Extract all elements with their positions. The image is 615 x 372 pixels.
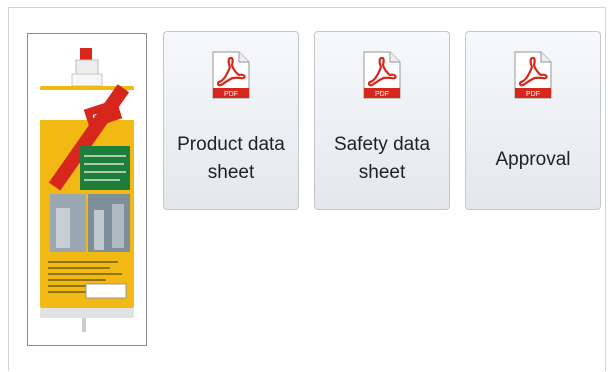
pdf-icon-text: PDF xyxy=(375,91,389,98)
product-image: Sika xyxy=(27,33,147,346)
pdf-icon-text: PDF xyxy=(224,91,238,98)
cartridge-shoulder xyxy=(71,73,103,87)
approval-button[interactable]: PDF Approval xyxy=(465,31,601,210)
pdf-icon: PDF xyxy=(363,51,401,99)
cartridge-base xyxy=(40,308,134,318)
info-panel-green xyxy=(80,146,130,190)
cartridge-plunger xyxy=(82,318,86,332)
pdf-icon-text: PDF xyxy=(526,91,540,98)
pdf-icon: PDF xyxy=(212,51,250,99)
product-data-sheet-button[interactable]: PDF Product data sheet xyxy=(163,31,299,210)
safety-data-sheet-button[interactable]: PDF Safety data sheet xyxy=(314,31,450,210)
pdf-icon: PDF xyxy=(514,51,552,99)
product-data-sheet-label: Product data sheet xyxy=(177,134,285,183)
approval-label: Approval xyxy=(495,149,571,170)
barcode-area xyxy=(85,283,127,299)
adhesive-cartridge-image: Sika xyxy=(40,48,134,332)
safety-data-sheet-label: Safety data sheet xyxy=(333,134,431,183)
